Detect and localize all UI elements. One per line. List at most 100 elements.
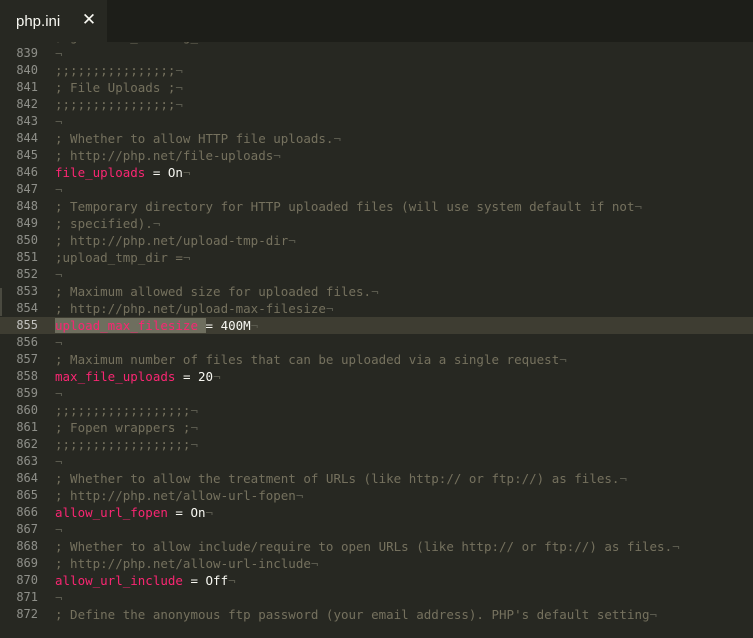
- code-line[interactable]: 849 ; specified).¬: [0, 215, 753, 232]
- code-line[interactable]: 863 ¬: [0, 453, 753, 470]
- line-end-marker: ¬: [190, 437, 198, 452]
- directive-value: 20: [198, 369, 214, 384]
- line-text[interactable]: ; http://php.net/file-uploads¬: [55, 147, 281, 164]
- comment-text: ; Maximum allowed size for uploaded file…: [55, 284, 372, 299]
- code-line[interactable]: 845 ; http://php.net/file-uploads¬: [0, 147, 753, 164]
- code-line[interactable]: 852 ¬: [0, 266, 753, 283]
- line-text[interactable]: ; http://php.net/allow-url-include¬: [55, 555, 318, 572]
- line-text[interactable]: max_file_uploads = 20¬: [55, 368, 221, 385]
- code-line[interactable]: 872 ; Define the anonymous ftp password (…: [0, 606, 753, 623]
- line-text[interactable]: ¬: [55, 181, 63, 198]
- line-text[interactable]: ; File Uploads ;¬: [55, 79, 183, 96]
- code-line[interactable]: 867 ¬: [0, 521, 753, 538]
- line-text[interactable]: ¬: [55, 385, 63, 402]
- code-line[interactable]: 865 ; http://php.net/allow-url-fopen¬: [0, 487, 753, 504]
- line-text[interactable]: upload_max_filesize = 400M¬: [55, 317, 258, 334]
- code-line[interactable]: 839 ¬: [0, 45, 753, 62]
- code-line[interactable]: 843 ¬: [0, 113, 753, 130]
- directive-name: allow_url_include: [55, 573, 183, 588]
- line-text[interactable]: ¬: [55, 453, 63, 470]
- code-line[interactable]: 859 ¬: [0, 385, 753, 402]
- line-number: 861: [16, 420, 38, 434]
- line-number: 842: [16, 97, 38, 111]
- line-number: 854: [16, 301, 38, 315]
- line-text[interactable]: ¬: [55, 45, 63, 62]
- line-number: 865: [16, 488, 38, 502]
- line-text[interactable]: ; Define the anonymous ftp password (you…: [55, 606, 657, 623]
- code-line[interactable]: 857 ; Maximum number of files that can be…: [0, 351, 753, 368]
- comment-text: ; Fopen wrappers ;: [55, 420, 191, 435]
- code-line[interactable]: 854 ; http://php.net/upload-max-filesize¬: [0, 300, 753, 317]
- code-line[interactable]: 862 ;;;;;;;;;;;;;;;;;;¬: [0, 436, 753, 453]
- tab-title: php.ini: [16, 12, 61, 30]
- code-line[interactable]: 844 ; Whether to allow HTTP file uploads.…: [0, 130, 753, 147]
- line-text[interactable]: ; http://php.net/allow-url-fopen¬: [55, 487, 303, 504]
- comment-text: ;;;;;;;;;;;;;;;;;;: [55, 403, 191, 418]
- line-number: 847: [16, 182, 38, 196]
- line-text[interactable]: ¬: [55, 334, 63, 351]
- line-text[interactable]: ;;;;;;;;;;;;;;;;;;¬: [55, 402, 198, 419]
- tab-php-ini[interactable]: php.ini ✕: [0, 0, 107, 42]
- line-text[interactable]: ¬: [55, 521, 63, 538]
- line-text[interactable]: allow_url_fopen = On¬: [55, 504, 213, 521]
- line-text[interactable]: ; Temporary directory for HTTP uploaded …: [55, 198, 642, 215]
- code-line[interactable]: 869 ; http://php.net/allow-url-include¬: [0, 555, 753, 572]
- close-icon[interactable]: ✕: [80, 10, 98, 30]
- comment-text: ; Whether to allow HTTP file uploads.: [55, 131, 334, 146]
- line-text[interactable]: ¬: [55, 266, 63, 283]
- line-text[interactable]: allow_url_include = Off¬: [55, 572, 236, 589]
- code-line[interactable]: 840 ;;;;;;;;;;;;;;;;¬: [0, 62, 753, 79]
- directive-value: Off: [205, 573, 229, 588]
- line-number: 857: [16, 352, 38, 366]
- line-number: 863: [16, 454, 38, 468]
- line-end-marker: ¬: [182, 165, 191, 180]
- line-text[interactable]: ¬: [55, 589, 63, 606]
- code-line[interactable]: 851 ;upload_tmp_dir =¬: [0, 249, 753, 266]
- line-number: 843: [16, 114, 38, 128]
- code-line[interactable]: 860 ;;;;;;;;;;;;;;;;;;¬: [0, 402, 753, 419]
- line-text[interactable]: ; Fopen wrappers ;¬: [55, 419, 198, 436]
- line-text[interactable]: ;;;;;;;;;;;;;;;;¬: [55, 62, 183, 79]
- comment-text: ; http://php.net/upload-tmp-dir: [55, 233, 289, 248]
- line-text[interactable]: ; http://php.net/upload-max-filesize¬: [55, 300, 333, 317]
- code-line[interactable]: 864 ; Whether to allow the treatment of U…: [0, 470, 753, 487]
- comment-text: ; Maximum number of files that can be up…: [55, 352, 560, 367]
- line-text[interactable]: ; http://php.net/upload-tmp-dir¬: [55, 232, 296, 249]
- code-line[interactable]: 855 upload_max_filesize = 400M¬: [0, 317, 753, 334]
- code-editor[interactable]: 838;cgi.check_shebang_line=1¬839¬840;;;;…: [0, 0, 753, 638]
- line-number: 866: [16, 505, 38, 519]
- code-area[interactable]: 838;cgi.check_shebang_line=1¬839¬840;;;;…: [0, 28, 753, 623]
- line-text[interactable]: ; Whether to allow the treatment of URLs…: [55, 470, 627, 487]
- code-line[interactable]: 846 file_uploads = On¬: [0, 164, 753, 181]
- line-number: 848: [16, 199, 38, 213]
- line-text[interactable]: ¬: [55, 113, 63, 130]
- line-text[interactable]: ;;;;;;;;;;;;;;;;;;¬: [55, 436, 198, 453]
- line-text[interactable]: file_uploads = On¬: [55, 164, 190, 181]
- line-end-marker: ¬: [55, 590, 63, 605]
- code-line[interactable]: 870 allow_url_include = Off¬: [0, 572, 753, 589]
- code-line[interactable]: 850 ; http://php.net/upload-tmp-dir¬: [0, 232, 753, 249]
- code-line[interactable]: 868 ; Whether to allow include/require to…: [0, 538, 753, 555]
- code-line[interactable]: 856 ¬: [0, 334, 753, 351]
- line-text[interactable]: ; Maximum number of files that can be up…: [55, 351, 567, 368]
- line-text[interactable]: ; specified).¬: [55, 215, 160, 232]
- comment-text: ; Whether to allow the treatment of URLs…: [55, 471, 620, 486]
- code-line[interactable]: 847 ¬: [0, 181, 753, 198]
- line-text[interactable]: ; Maximum allowed size for uploaded file…: [55, 283, 379, 300]
- line-number: 868: [16, 539, 38, 553]
- line-text[interactable]: ; Whether to allow include/require to op…: [55, 538, 680, 555]
- code-line[interactable]: 841 ; File Uploads ;¬: [0, 79, 753, 96]
- line-number: 860: [16, 403, 38, 417]
- line-text[interactable]: ;upload_tmp_dir =¬: [55, 249, 190, 266]
- line-text[interactable]: ;;;;;;;;;;;;;;;;¬: [55, 96, 183, 113]
- comment-text: ; Define the anonymous ftp password (you…: [55, 607, 650, 622]
- code-line[interactable]: 842 ;;;;;;;;;;;;;;;;¬: [0, 96, 753, 113]
- code-line[interactable]: 866 allow_url_fopen = On¬: [0, 504, 753, 521]
- code-line[interactable]: 858 max_file_uploads = 20¬: [0, 368, 753, 385]
- code-line[interactable]: 871 ¬: [0, 589, 753, 606]
- line-number: 872: [16, 607, 38, 621]
- code-line[interactable]: 848 ; Temporary directory for HTTP upload…: [0, 198, 753, 215]
- code-line[interactable]: 861 ; Fopen wrappers ;¬: [0, 419, 753, 436]
- line-text[interactable]: ; Whether to allow HTTP file uploads.¬: [55, 130, 341, 147]
- code-line[interactable]: 853 ; Maximum allowed size for uploaded f…: [0, 283, 753, 300]
